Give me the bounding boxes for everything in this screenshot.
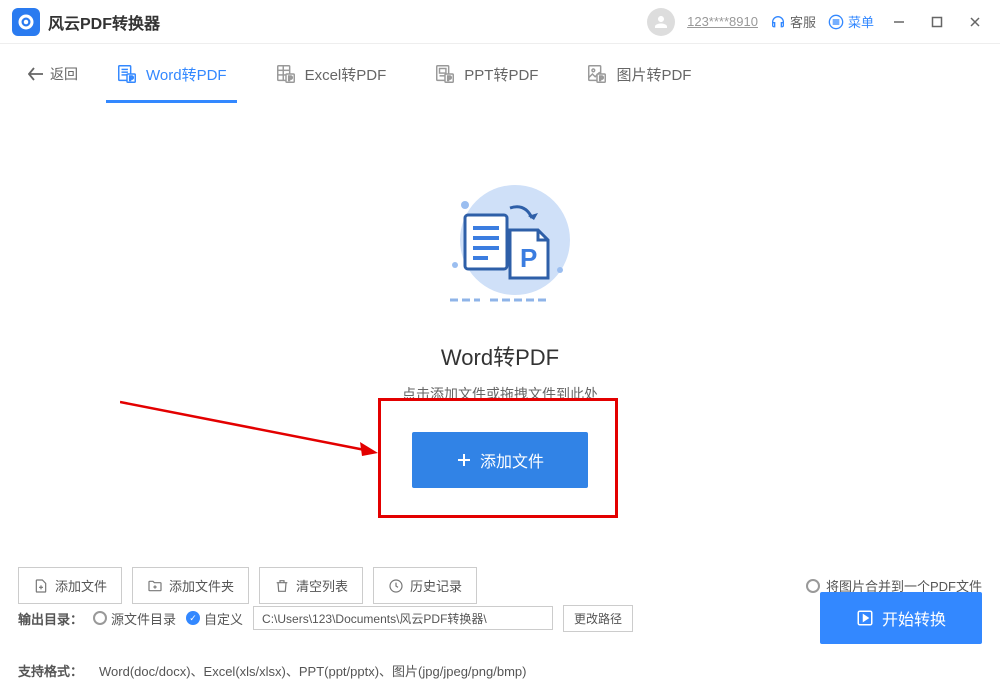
svg-text:P: P <box>520 243 537 273</box>
radio-unchecked-icon <box>806 579 820 593</box>
menu-button[interactable]: 菜单 <box>828 12 874 31</box>
close-button[interactable] <box>968 15 982 29</box>
output-settings: 输出目录： 源文件目录 自定义 更改路径 开始转换 <box>0 592 1000 644</box>
svg-text:P: P <box>448 75 453 82</box>
change-path-button[interactable]: 更改路径 <box>563 605 633 632</box>
formats-value: Word(doc/docx)、Excel(xls/xlsx)、PPT(ppt/p… <box>99 661 526 680</box>
conversion-illustration: P <box>410 170 590 320</box>
user-id[interactable]: 123****8910 <box>687 14 758 29</box>
arrow-left-icon <box>28 67 44 81</box>
formats-label: 支持格式： <box>18 661 83 680</box>
main-drop-area[interactable]: P Word转PDF 点击添加文件或拖拽文件到此处 添加文件 <box>0 104 1000 554</box>
output-path-input[interactable] <box>253 606 553 630</box>
app-logo <box>12 8 40 36</box>
tab-image-to-pdf[interactable]: P 图片转PDF <box>566 47 711 101</box>
radio-unchecked-icon <box>93 611 107 625</box>
supported-formats: 支持格式： Word(doc/docx)、Excel(xls/xlsx)、PPT… <box>18 661 526 680</box>
headset-icon <box>770 14 786 30</box>
user-avatar[interactable] <box>647 8 675 36</box>
output-custom-option[interactable]: 自定义 <box>186 609 243 628</box>
menu-icon <box>828 14 844 30</box>
svg-text:P: P <box>600 75 605 82</box>
tab-bar: 返回 P Word转PDF P Excel转PDF P PPT转PDF P 图片… <box>0 44 1000 104</box>
image-doc-icon: P <box>586 63 608 85</box>
start-convert-button[interactable]: 开始转换 <box>820 592 982 644</box>
tab-ppt-to-pdf[interactable]: P PPT转PDF <box>414 47 558 101</box>
app-title: 风云PDF转换器 <box>48 10 160 34</box>
tab-word-to-pdf[interactable]: P Word转PDF <box>96 47 247 101</box>
plus-icon <box>456 452 472 468</box>
add-file-main-button[interactable]: 添加文件 <box>412 432 588 488</box>
titlebar: 风云PDF转换器 123****8910 客服 菜单 <box>0 0 1000 44</box>
ppt-doc-icon: P <box>434 63 456 85</box>
play-icon <box>856 609 874 627</box>
output-source-dir-option[interactable]: 源文件目录 <box>93 609 176 628</box>
minimize-button[interactable] <box>892 15 906 29</box>
main-subtitle: 点击添加文件或拖拽文件到此处 <box>402 384 598 404</box>
output-label: 输出目录： <box>18 609 83 628</box>
svg-text:P: P <box>129 75 134 82</box>
support-link[interactable]: 客服 <box>770 12 816 31</box>
svg-text:P: P <box>288 75 293 82</box>
radio-checked-icon <box>186 611 200 625</box>
tab-excel-to-pdf[interactable]: P Excel转PDF <box>255 47 407 101</box>
main-title: Word转PDF <box>441 340 559 372</box>
back-button[interactable]: 返回 <box>18 58 88 90</box>
excel-doc-icon: P <box>275 63 297 85</box>
word-doc-icon: P <box>116 63 138 85</box>
maximize-button[interactable] <box>930 15 944 29</box>
